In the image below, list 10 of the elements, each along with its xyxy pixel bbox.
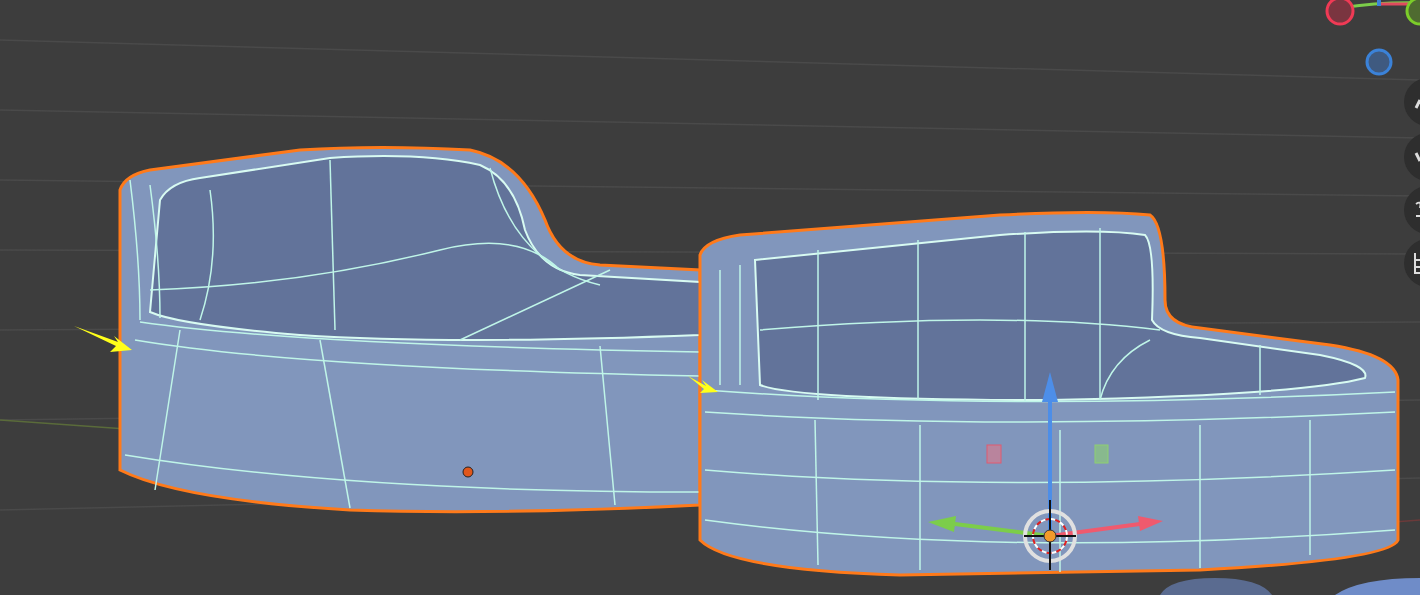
- viewport-button[interactable]: [1404, 78, 1420, 126]
- transform-gizmo[interactable]: [928, 372, 1163, 571]
- viewport-button[interactable]: [1404, 186, 1420, 234]
- axis-gizmo[interactable]: [1325, 0, 1420, 76]
- viewport-button[interactable]: [1404, 239, 1420, 287]
- mesh-drawing[interactable]: [118, 146, 702, 514]
- pointer-arrow: [74, 326, 132, 352]
- pointer-arrow: [688, 376, 718, 393]
- mesh-drawing[interactable]: [698, 211, 1400, 577]
- viewport-button[interactable]: [1404, 133, 1420, 181]
